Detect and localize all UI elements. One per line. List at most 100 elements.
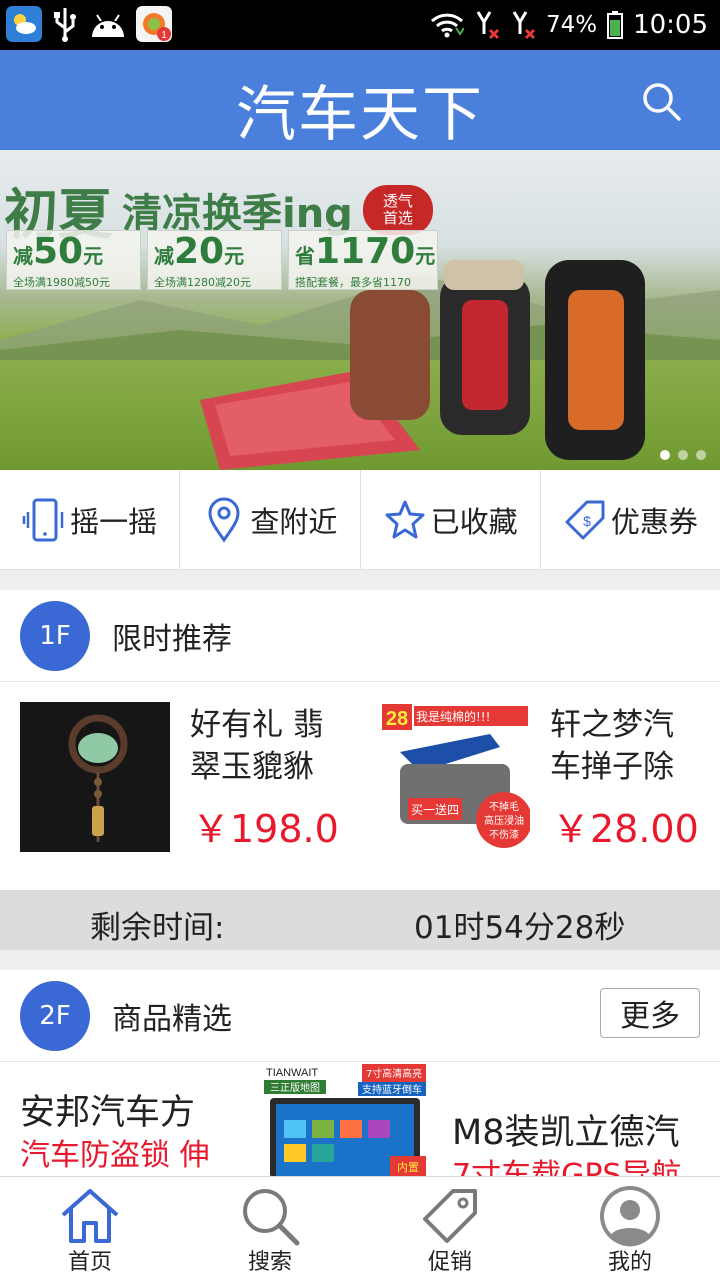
page-title: 汽车天下 <box>236 80 484 150</box>
tab-profile[interactable]: 我的 <box>540 1177 720 1280</box>
banner-badge-line1: 透气 <box>382 192 413 210</box>
more-button[interactable]: 更多 <box>600 988 700 1038</box>
system-status: 74% 10:05 <box>430 0 708 50</box>
promo-unit: 元 <box>224 244 245 268</box>
tab-label: 搜索 <box>247 1250 292 1275</box>
product-image-duster: 28 我是纯棉的!!! 买一送四 不掉毛 高压浸油 不伤漆 <box>380 702 530 852</box>
sim1-signal-icon <box>476 11 499 40</box>
status-bar: 1 74% 10:05 <box>0 0 720 50</box>
floor-2-header: 2F 商品精选 更多 <box>0 970 720 1062</box>
svg-text:$: $ <box>583 513 591 529</box>
battery-percent: 74% <box>545 12 598 38</box>
tab-label: 首页 <box>67 1250 112 1275</box>
promo-note: 全场满1280减20元 <box>154 276 251 289</box>
quick-action-label: 查附近 <box>250 504 338 539</box>
featured-title: M8装凯立德汽 <box>452 1113 680 1153</box>
countdown-label: 剩余时间: <box>90 910 225 946</box>
bottom-tab-bar: 首页 搜索 促销 我的 <box>0 1176 720 1280</box>
featured-subtitle: 7寸车载GPS导航 <box>452 1158 682 1178</box>
banner-badge-line2: 首选 <box>382 208 413 227</box>
countdown-value: 01时54分28秒 <box>414 910 626 946</box>
weather-app-icon <box>6 6 42 42</box>
app-badge-count: 1 <box>161 30 167 41</box>
featured-subtitle: 汽车防盗锁 伸 <box>20 1138 210 1173</box>
tab-label: 促销 <box>427 1250 472 1275</box>
floor-title: 商品精选 <box>112 1001 232 1037</box>
user-avatar-icon <box>600 1186 660 1247</box>
banner-badge: 透气 首选 <box>362 184 433 235</box>
product-name: 好有礼 翡翠玉貔貅 <box>190 707 324 785</box>
carousel-dot[interactable] <box>678 450 688 460</box>
product-card[interactable]: 28 我是纯棉的!!! 买一送四 不掉毛 高压浸油 不伤漆 轩之梦汽车掸子除 ￥… <box>360 682 720 890</box>
img-line2: 三正版地图 <box>270 1081 320 1094</box>
floor-2-section: 2F 商品精选 更多 安邦汽车方 汽车防盗锁 伸 TIANWAIT 7寸高清高亮… <box>0 970 720 1178</box>
tab-label: 我的 <box>607 1250 652 1275</box>
featured-products: 安邦汽车方 汽车防盗锁 伸 TIANWAIT 7寸高清高亮 三正版地图 支持蓝牙… <box>0 1062 720 1178</box>
countdown-bar: 剩余时间: 01时54分28秒 <box>0 890 720 950</box>
img-number: 28 <box>386 708 408 730</box>
promo-unit: 元 <box>83 244 104 268</box>
quick-actions: 摇一摇 查附近 已收藏 $ 优惠券 <box>0 470 720 570</box>
quick-action-favorites[interactable]: 已收藏 <box>361 470 541 569</box>
android-debug-icon <box>92 14 124 37</box>
jade-pendant-image <box>20 702 170 852</box>
app-store-icon: 1 <box>136 6 172 42</box>
wifi-icon <box>430 13 464 38</box>
floor-1-section: 1F 限时推荐 好有礼 翡翠玉貔貅 ￥198.0 28 我是纯棉的!!! 买一送… <box>0 590 720 890</box>
quick-action-nearby[interactable]: 查附近 <box>180 470 361 569</box>
featured-title: 安邦汽车方 <box>20 1093 196 1133</box>
carousel-dot[interactable] <box>660 450 670 460</box>
battery-icon <box>607 11 624 39</box>
carousel-dots <box>660 450 706 460</box>
tab-home[interactable]: 首页 <box>0 1177 180 1280</box>
promo-prefix: 减 <box>154 244 174 268</box>
floor-1-header: 1F 限时推荐 <box>0 590 720 682</box>
quick-action-label: 已收藏 <box>430 504 518 539</box>
tab-search[interactable]: 搜索 <box>180 1177 360 1280</box>
img-stamp1: 不掉毛 <box>489 800 519 813</box>
usb-icon <box>54 8 76 42</box>
img-line3: 支持蓝牙倒车 <box>362 1083 422 1096</box>
product-price: ￥28.00 <box>552 807 699 851</box>
promo-value: 1170 <box>315 231 416 272</box>
carousel-dot[interactable] <box>696 450 706 460</box>
quick-action-label: 优惠券 <box>610 504 698 539</box>
promo-note: 全场满1980减50元 <box>13 276 110 289</box>
product-price: ￥198.0 <box>192 807 339 851</box>
phone-shake-icon <box>22 498 64 541</box>
promo-value: 20 <box>174 231 225 272</box>
promo-value: 50 <box>33 231 84 272</box>
gps-product-image[interactable]: TIANWAIT 7寸高清高亮 三正版地图 支持蓝牙倒车 内置 <box>262 1062 428 1178</box>
quick-action-coupons[interactable]: $ 优惠券 <box>541 470 720 569</box>
flash-products: 好有礼 翡翠玉貔貅 ￥198.0 28 我是纯棉的!!! 买一送四 不掉毛 高压… <box>0 682 720 890</box>
img-brand: TIANWAIT <box>266 1067 318 1079</box>
product-image-jade <box>20 702 170 852</box>
promo-banner[interactable]: 初夏 清凉换季ing 透气 首选 减50元 全场满1980减50元 减20元 全… <box>0 150 720 470</box>
home-icon <box>61 1189 119 1243</box>
product-card[interactable]: 好有礼 翡翠玉貔貅 ￥198.0 <box>0 682 360 890</box>
clock: 10:05 <box>633 10 708 40</box>
search-icon[interactable] <box>640 80 682 122</box>
notification-icons: 1 <box>6 6 172 42</box>
quick-action-shake[interactable]: 摇一摇 <box>0 470 181 569</box>
floor-title: 限时推荐 <box>112 621 232 657</box>
promo-prefix: 减 <box>13 244 33 268</box>
coupon-icon: $ <box>565 500 605 539</box>
app-header: 汽车天下 <box>0 50 720 150</box>
img-stamp2: 高压浸油 <box>484 814 524 827</box>
img-stamp3: 不伤漆 <box>489 828 519 841</box>
location-pin-icon <box>208 497 240 543</box>
img-line1: 7寸高清高亮 <box>366 1067 422 1080</box>
promo-box: 省1170元 搭配套餐，最多省1170 <box>288 230 438 290</box>
tab-promotions[interactable]: 促销 <box>360 1177 540 1280</box>
promo-prefix: 省 <box>295 244 315 268</box>
search-icon <box>243 1189 300 1246</box>
quick-action-label: 摇一摇 <box>70 504 158 539</box>
tag-icon <box>423 1189 477 1243</box>
sim2-signal-icon <box>512 11 535 40</box>
floor-badge: 1F <box>20 600 90 671</box>
img-buy: 买一送四 <box>411 802 459 817</box>
product-name: 轩之梦汽车掸子除 <box>550 707 674 785</box>
promo-unit: 元 <box>415 244 436 268</box>
img-tag: 我是纯棉的!!! <box>416 709 490 724</box>
